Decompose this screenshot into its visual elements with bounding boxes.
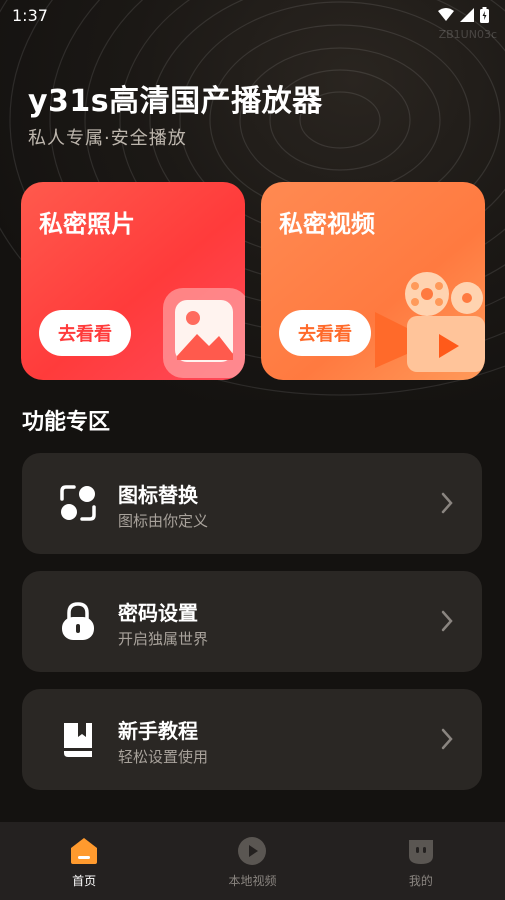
- photo-icon: [163, 288, 245, 378]
- item-title: 密码设置: [118, 601, 198, 625]
- battery-icon: [480, 7, 489, 23]
- tab-label: 我的: [408, 874, 433, 888]
- item-subtitle: 开启独属世界: [118, 630, 209, 648]
- chevron-right-icon: [441, 728, 453, 750]
- status-time: 1:37: [12, 5, 48, 25]
- card-title: 私密视频: [279, 210, 375, 238]
- section-title: 功能专区: [22, 410, 111, 435]
- wifi-icon: [438, 8, 454, 21]
- private-photos-card[interactable]: 私密照片 去看看: [21, 182, 245, 380]
- tab-label: 首页: [72, 874, 97, 888]
- book-icon: [64, 723, 92, 757]
- view-photos-button[interactable]: 去看看: [39, 310, 131, 356]
- status-bar: 1:37: [0, 0, 505, 30]
- item-title: 新手教程: [118, 719, 198, 743]
- tutorial-item[interactable]: 新手教程 轻松设置使用: [22, 689, 482, 790]
- watermark: ZB1UN03c: [438, 28, 497, 41]
- chevron-right-icon: [441, 492, 453, 514]
- app-title: y31s高清国产播放器: [28, 84, 323, 119]
- card-title: 私密照片: [39, 210, 135, 238]
- tab-label: 本地视频: [228, 874, 277, 888]
- tab-local-videos[interactable]: 本地视频: [168, 822, 336, 900]
- film-camera-icon: [375, 272, 485, 372]
- signal-icon: [460, 8, 474, 22]
- item-subtitle: 图标由你定义: [118, 512, 209, 530]
- lock-icon: [62, 602, 94, 640]
- profile-icon: [408, 840, 433, 864]
- chevron-right-icon: [441, 610, 453, 632]
- private-videos-card[interactable]: 私密视频 去看看: [261, 182, 485, 380]
- item-title: 图标替换: [118, 483, 198, 507]
- bottom-tab-bar: 首页 本地视频 我的: [0, 822, 505, 900]
- home-icon: [71, 838, 98, 864]
- swap-icon: [60, 485, 96, 521]
- tab-profile[interactable]: 我的: [337, 822, 505, 900]
- password-settings-item[interactable]: 密码设置 开启独属世界: [22, 571, 482, 672]
- play-icon: [238, 837, 267, 865]
- icon-replace-item[interactable]: 图标替换 图标由你定义: [22, 453, 482, 554]
- tab-home[interactable]: 首页: [0, 822, 168, 900]
- view-videos-button[interactable]: 去看看: [279, 310, 371, 356]
- app-subtitle: 私人专属·安全播放: [28, 128, 187, 149]
- item-subtitle: 轻松设置使用: [118, 748, 209, 766]
